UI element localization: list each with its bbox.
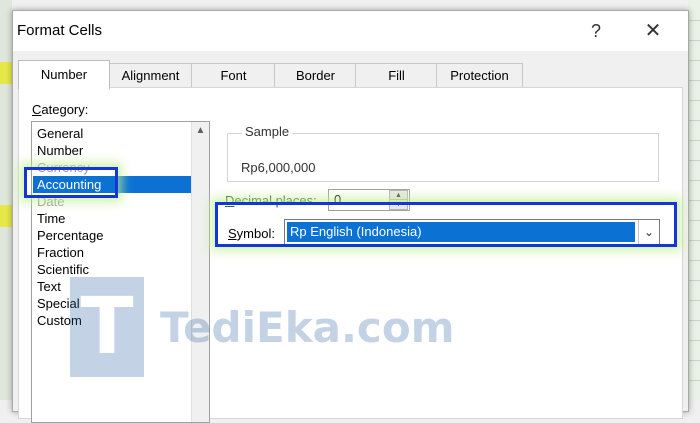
category-item-time[interactable]: Time: [37, 210, 65, 227]
spin-down-icon[interactable]: ▼: [389, 199, 408, 210]
grid-line: [688, 300, 700, 301]
symbol-label: Symbol:: [228, 226, 275, 241]
grid-line: [688, 380, 700, 381]
grid-line: [688, 260, 700, 261]
tab-strip: Number Alignment Font Border Fill Protec…: [18, 60, 688, 89]
watermark-logo-letter: T: [80, 282, 134, 372]
tab-number[interactable]: Number: [18, 60, 110, 89]
category-list[interactable]: General Number Currency Accounting Date …: [31, 121, 210, 423]
category-item-general[interactable]: General: [37, 125, 83, 142]
category-item-percentage[interactable]: Percentage: [37, 227, 104, 244]
category-item-currency[interactable]: Currency: [37, 159, 90, 176]
grid-line: [688, 80, 700, 81]
sample-value: Rp6,000,000: [241, 160, 316, 175]
symbol-selected-value[interactable]: Rp English (Indonesia): [287, 222, 635, 242]
watermark-logo-icon: T: [70, 277, 144, 377]
grid-line: [688, 280, 700, 281]
grid-line: [688, 220, 700, 221]
grid-line: [688, 200, 700, 201]
tab-border[interactable]: Border: [274, 63, 357, 88]
dialog-title: Format Cells: [17, 22, 103, 39]
category-item-number[interactable]: Number: [37, 142, 83, 159]
decimal-places-label: Decimal places:: [225, 193, 317, 208]
category-scrollbar[interactable]: ▲: [191, 122, 209, 422]
symbol-dropdown[interactable]: Rp English (Indonesia) ⌄: [284, 219, 660, 247]
close-button[interactable]: ✕: [635, 17, 671, 45]
title-bar: Format Cells ? ✕: [13, 11, 688, 51]
category-label: Category:: [32, 102, 89, 117]
category-item-scientific[interactable]: Scientific: [37, 261, 89, 278]
category-item-date[interactable]: Date: [37, 193, 64, 210]
tab-protection[interactable]: Protection: [436, 63, 523, 88]
sample-title: Sample: [242, 124, 293, 139]
decimal-places-value[interactable]: 0: [334, 192, 341, 207]
grid-line: [688, 40, 700, 41]
grid-line: [688, 60, 700, 61]
watermark-text: TediEka.com: [160, 303, 455, 352]
tab-font[interactable]: Font: [191, 63, 276, 88]
watermark: T TediEka.com: [70, 277, 454, 377]
grid-line: [688, 320, 700, 321]
highlighted-cell: [0, 205, 12, 227]
help-button[interactable]: ?: [578, 17, 614, 45]
scroll-up-icon[interactable]: ▲: [192, 122, 209, 139]
category-item-text[interactable]: Text: [37, 278, 61, 295]
grid-line: [688, 360, 700, 361]
spreadsheet-background-left: [0, 0, 12, 400]
category-item-fraction[interactable]: Fraction: [37, 244, 84, 261]
grid-line: [688, 100, 700, 101]
category-item-accounting[interactable]: Accounting: [33, 176, 191, 193]
grid-line: [688, 160, 700, 161]
grid-line: [688, 20, 700, 21]
highlighted-cell: [0, 62, 12, 84]
grid-line: [688, 180, 700, 181]
grid-line: [688, 120, 700, 121]
grid-line: [688, 140, 700, 141]
grid-line: [688, 240, 700, 241]
chevron-down-icon[interactable]: ⌄: [638, 220, 659, 244]
tab-alignment[interactable]: Alignment: [108, 63, 193, 88]
decimal-places-stepper[interactable]: 0 ▲ ▼: [328, 189, 410, 211]
spreadsheet-background-right: [688, 0, 700, 400]
grid-line: [688, 340, 700, 341]
tab-fill[interactable]: Fill: [355, 63, 438, 88]
